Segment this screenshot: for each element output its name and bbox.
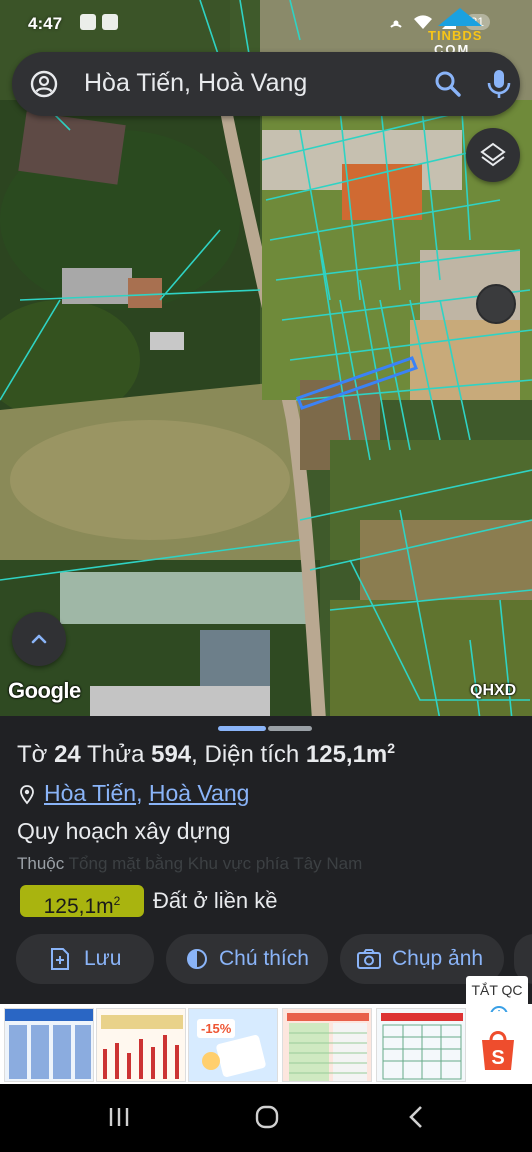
action-row: Lưu Chú thích Chụp ảnh (16, 934, 532, 984)
area-unit-sup: 2 (387, 740, 396, 756)
sheet-number: 24 (54, 741, 81, 768)
account-location-icon[interactable] (30, 70, 58, 98)
notification-icons (80, 14, 118, 30)
belongs-label: Thuộc (17, 854, 65, 873)
search-bar[interactable]: Hòa Tiến, Hoà Vang (12, 52, 520, 116)
hotspot-icon (389, 20, 402, 28)
plan-label: Quy hoạch xây dựng (17, 818, 231, 844)
google-attribution: Google (8, 678, 81, 703)
map-view[interactable]: 4:47 31 TINBDS COM Hòa Tiến, Hoà Vang Go… (0, 0, 532, 720)
chip-value: 125,1m (43, 895, 114, 918)
expand-panel-button[interactable] (12, 612, 66, 666)
legend-label: Chú thích (219, 947, 309, 970)
belongs-value: Tổng mặt bằng Khu vực phía Tây Nam (68, 854, 363, 873)
chart-image (101, 1015, 183, 1079)
notification-icon (102, 14, 118, 30)
location-pin-icon (20, 785, 34, 805)
ad-thumbnail[interactable] (376, 1008, 466, 1082)
layers-button[interactable] (466, 128, 520, 182)
parcel-info-panel[interactable]: Tờ 24 Thửa 594, Diện tích 125,1m2 Hòa Ti… (0, 716, 532, 1004)
lot-number: 594 (151, 741, 192, 768)
product-image (202, 1035, 266, 1077)
home-icon[interactable] (254, 1104, 280, 1130)
watermark-roof-icon (438, 8, 482, 26)
search-query[interactable]: Hòa Tiến, Hoà Vang (84, 69, 307, 98)
area-value: 125,1m (305, 741, 388, 768)
watermark-logo: TINBDS COM (424, 6, 502, 57)
chevron-up-icon (31, 634, 47, 644)
spreadsheet-image (287, 1013, 369, 1081)
address-link-commune[interactable]: Hòa Tiến (44, 780, 136, 806)
close-ad-button[interactable]: TẮT QC (466, 976, 528, 1004)
area-word: , Diện tích (191, 741, 300, 768)
ad-banner[interactable]: -15% i S (0, 1004, 532, 1084)
calendar-table-image (5, 1009, 93, 1079)
land-type: Đất ở liền kề (153, 888, 278, 913)
pager-indicator[interactable] (268, 726, 312, 731)
map-drag-handle[interactable] (476, 284, 516, 324)
ad-thumbnail[interactable] (4, 1008, 94, 1082)
parcel-title: Tờ 24 Thửa 594, Diện tích 125,1m2 (17, 740, 395, 769)
recent-apps-icon[interactable] (106, 1104, 132, 1130)
ad-thumbnail[interactable]: -15% (188, 1008, 278, 1082)
layers-icon (480, 142, 506, 167)
mic-icon[interactable] (486, 68, 512, 100)
address-separator: , (136, 780, 143, 806)
panel-pager[interactable] (218, 726, 312, 731)
layer-label: QHXD (470, 682, 517, 699)
address-link-district[interactable]: Hoà Vang (149, 780, 250, 806)
status-time: 4:47 (28, 14, 63, 33)
area-chip: 125,1m2 (20, 885, 144, 918)
pager-indicator-active[interactable] (218, 726, 266, 731)
back-icon[interactable] (404, 1104, 430, 1130)
notification-icon (80, 14, 96, 30)
chip-unit-sup: 2 (113, 894, 121, 908)
camera-icon (357, 949, 381, 969)
save-label: Lưu (84, 947, 122, 970)
search-icon[interactable] (434, 70, 462, 98)
watermark-text-1: TINBDS (428, 28, 483, 43)
plan-belongs: Thuộc Tổng mặt bằng Khu vực phía Tây Nam (17, 854, 362, 874)
add-bookmark-icon (51, 948, 69, 970)
lot-word: Thửa (87, 741, 145, 768)
shopee-logo-icon[interactable]: S (472, 1012, 524, 1076)
system-nav-bar (0, 1084, 532, 1152)
save-button[interactable]: Lưu (16, 934, 154, 984)
legend-button[interactable]: Chú thích (166, 934, 328, 984)
title-prefix: Tờ (17, 741, 48, 768)
svg-text:S: S (491, 1047, 504, 1069)
contrast-icon (187, 949, 207, 969)
ad-thumbnail[interactable] (282, 1008, 372, 1082)
calendar-image (381, 1013, 463, 1080)
ad-thumbnail[interactable] (96, 1008, 186, 1082)
